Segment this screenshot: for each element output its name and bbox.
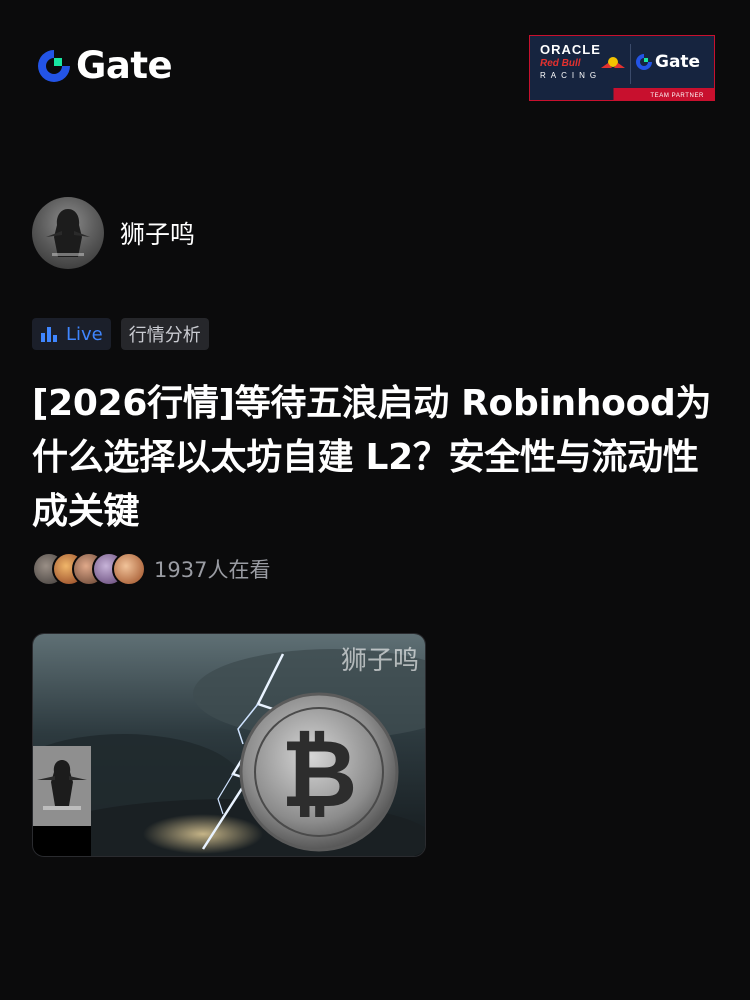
viewer-count: 1937人在看 xyxy=(154,558,271,582)
partner-badge: ORACLE Red Bull RACING Gate TEAM PARTNER xyxy=(529,35,715,101)
topic-tag[interactable]: 行情分析 xyxy=(120,318,209,350)
partner-gate-text: Gate xyxy=(655,52,701,72)
topic-tag-label: 行情分析 xyxy=(128,325,201,346)
red-bull-icon xyxy=(601,57,625,68)
post-page: Gate ORACLE Red Bull RACING Gate TEAM PA… xyxy=(0,0,750,1000)
bar-chart-icon xyxy=(41,327,57,342)
partner-racing-text: RACING xyxy=(540,71,602,80)
author-row[interactable]: 狮子鸣 xyxy=(32,197,195,269)
viewer-avatar xyxy=(112,552,146,586)
svg-text:₿: ₿ xyxy=(281,720,358,829)
partner-divider xyxy=(630,44,631,84)
author-name[interactable]: 狮子鸣 xyxy=(120,215,195,251)
partner-oracle-text: ORACLE xyxy=(540,42,601,57)
viewers-row: 1937人在看 xyxy=(32,552,270,586)
gate-logo-icon xyxy=(636,54,652,70)
live-tag-label: Live xyxy=(66,323,103,345)
hooded-figure-avatar-icon xyxy=(46,209,90,257)
gate-logo[interactable]: Gate xyxy=(34,44,173,87)
live-tag[interactable]: Live xyxy=(32,318,111,350)
video-pip[interactable] xyxy=(33,746,91,856)
media-watermark: 狮子鸣 xyxy=(340,646,419,676)
gate-logo-text: Gate xyxy=(76,44,173,87)
tag-row: Live 行情分析 xyxy=(32,318,209,350)
partner-strip-text: TEAM PARTNER xyxy=(650,93,704,99)
viewer-avatar-stack xyxy=(32,552,146,586)
gate-logo-icon xyxy=(38,50,70,82)
hooded-figure-video-icon xyxy=(33,746,91,826)
author-avatar[interactable] xyxy=(32,197,104,269)
partner-gate-logo: Gate xyxy=(634,52,700,72)
post-media-card[interactable]: ₿ 狮子鸣 xyxy=(32,633,426,857)
post-title[interactable]: [2026行情]等待五浪启动 Robinhood为什么选择以太坊自建 L2？安全… xyxy=(32,377,722,539)
partner-redbull-text: Red Bull xyxy=(540,58,581,69)
